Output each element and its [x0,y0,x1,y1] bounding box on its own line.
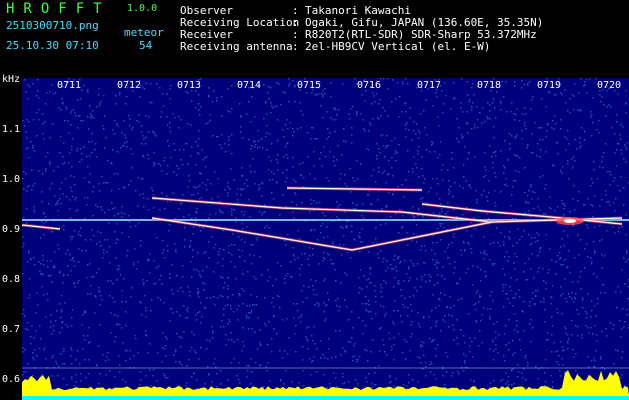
info-key-observer: Observer [180,4,233,17]
info-key-receiver: Receiver [180,28,233,41]
time-tick-label: 0714 [237,80,262,91]
frequency-tick-label: 0.6 [2,374,21,385]
info-value-receiver: R820T2(RTL-SDR) SDR-Sharp 53.372MHz [305,28,537,41]
info-separator: : [292,28,299,41]
info-key-antenna: Receiving antenna [180,40,293,53]
time-tick-label: 0712 [117,80,142,91]
info-separator: : [292,16,299,29]
info-key-location: Receiving Location [180,16,300,29]
frequency-tick-label: 0.9 [2,224,21,235]
frequency-tick-label: 1.1 [2,124,21,135]
time-tick-label: 0720 [597,80,622,91]
signal-level-bar [22,370,629,396]
info-value-antenna: 2el-HB9CV Vertical (el. E-W) [305,40,491,53]
frequency-tick-label: 0.7 [2,324,21,335]
frequency-tick-label: 1.0 [2,174,21,185]
info-value-observer: Takanori Kawachi [305,4,411,17]
info-separator: : [292,4,299,17]
time-tick-label: 0711 [57,80,82,91]
info-value-location: Ogaki, Gifu, JAPAN (136.60E, 35.35N) [305,16,544,29]
meteor-echo [151,217,493,251]
meteor-count-label: meteor [124,26,164,39]
app-title: HROFFT [6,1,111,17]
time-tick-label: 0713 [177,80,202,91]
noise-speckle [22,78,629,400]
time-tick-label: 0716 [357,80,382,91]
time-tick-label: 0718 [477,80,502,91]
spectrogram [22,78,629,400]
frequency-unit-label: kHz [2,74,21,85]
hrofft-window: HROFFT 1.0.0 2510300710.png 25.10.30 07:… [0,0,629,400]
time-tick-label: 0719 [537,80,562,91]
timestamp: 25.10.30 07:10 [6,39,99,52]
time-tick-label: 0715 [297,80,322,91]
meteor-count-value: 54 [139,39,153,52]
time-tick-label: 0717 [417,80,442,91]
meteor-head-echo-core [564,219,576,223]
frequency-tick-label: 0.8 [2,274,21,285]
spectrogram-canvas [22,78,629,400]
app-version: 1.0.0 [127,3,158,14]
file-name: 2510300710.png [6,19,99,32]
info-separator: : [292,40,299,53]
